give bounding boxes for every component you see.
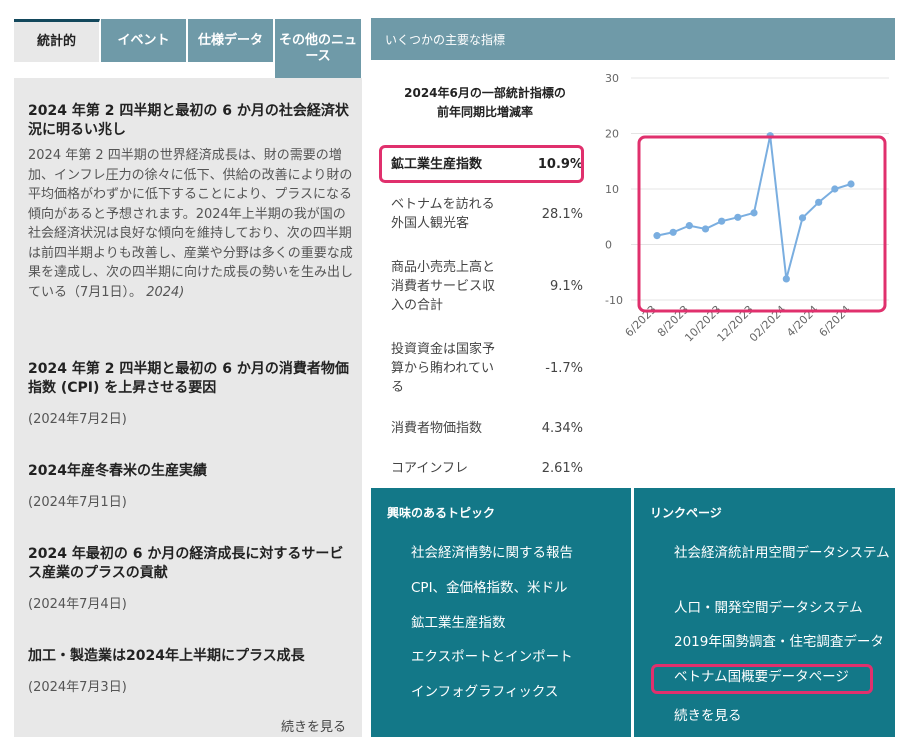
topics-header: 興味のあるトピック bbox=[387, 506, 496, 520]
series-line bbox=[656, 135, 852, 280]
indicator-caption-line1: 2024年6月の一部統計指標の bbox=[404, 86, 566, 100]
data-point bbox=[750, 209, 758, 217]
indicator-name: 消費者物価指数 bbox=[391, 420, 483, 436]
line-chart-svg: -1001020306/20238/202310/202312/202302/2… bbox=[605, 72, 889, 345]
indicator-caption: 2024年6月の一部統計指標の 前年同期比増減率 bbox=[385, 84, 585, 122]
data-point bbox=[653, 232, 661, 240]
tab-events[interactable]: イベント bbox=[101, 19, 187, 62]
topic-link[interactable]: 鉱工業生産指数 bbox=[411, 614, 506, 633]
news-summary-text: 2024 年第 2 四半期の世界経済成長は、財の需要の増加、インフレ圧力の徐々に… bbox=[28, 148, 354, 300]
indicator-name: 商品小売売上高と消費者サービス収入の合計 bbox=[391, 259, 496, 313]
x-tick-label: 6/2024 bbox=[817, 303, 854, 340]
link-item[interactable]: 2019年国勢調査・住宅調査データ bbox=[674, 633, 894, 652]
link-item[interactable]: 社会経済統計用空間データシステム bbox=[674, 544, 894, 563]
indicator-name: 鉱工業生産指数 bbox=[391, 156, 483, 172]
indicator-name: ベトナムを訪れる外国人観光客 bbox=[391, 197, 495, 231]
news-item: 2024年産冬春米の生産実績 (2024年7月1日) bbox=[28, 462, 353, 510]
indicator-value: 9.1% bbox=[549, 278, 583, 294]
news-date: (2024年7月3日) bbox=[28, 680, 127, 695]
news-title[interactable]: 2024年産冬春米の生産実績 bbox=[28, 462, 353, 481]
indicator-chart: -10 0 10 20 30 6/2023 8/2023 10/2023 12/2023 02/2… bbox=[601, 64, 895, 364]
links-panel: リンクページ 社会経済統計用空間データシステム 人口・開発空間データシステム 2… bbox=[634, 488, 895, 737]
indicator-row: 消費者物価指数 4.34% bbox=[391, 418, 583, 438]
x-tick-label: 02/2024 bbox=[747, 303, 789, 345]
topic-link[interactable]: インフォグラフィックス bbox=[411, 683, 558, 702]
data-point bbox=[798, 214, 807, 222]
news-panel: 統計的 イベント 仕様データ その他のニュース 2024 年第 2 四半期と最初… bbox=[14, 18, 362, 737]
news-title[interactable]: 2024 年最初の 6 か月の経済成長に対するサービス産業のプラスの貢献 bbox=[28, 545, 353, 583]
tab-spec-data[interactable]: 仕様データ bbox=[188, 19, 274, 62]
y-tick-label: 30 bbox=[605, 72, 619, 85]
news-date: (2024年7月4日) bbox=[28, 597, 127, 612]
indicator-name: コアインフレ bbox=[391, 460, 468, 476]
indicator-row: ベトナムを訪れる外国人観光客 28.1% bbox=[391, 194, 583, 234]
indicator-header: いくつかの主要な指標 bbox=[371, 18, 895, 60]
link-item[interactable]: 続きを見る bbox=[674, 707, 894, 726]
news-tabs: 統計的 イベント 仕様データ その他のニュース bbox=[14, 18, 362, 78]
news-summary-tail: 2024) bbox=[146, 284, 185, 300]
news-title[interactable]: 加工・製造業は2024年上半期にプラス成長 bbox=[28, 647, 353, 666]
more-news-link[interactable]: 続きを見る bbox=[281, 716, 346, 735]
news-date: (2024年7月2日) bbox=[28, 412, 127, 427]
data-point bbox=[831, 185, 839, 193]
link-item[interactable]: 人口・開発空間データシステム bbox=[674, 599, 894, 618]
links-header: リンクページ bbox=[650, 506, 722, 520]
news-item: 2024 年第 2 四半期と最初の 6 か月の消費者物価指数 (CPI) を上昇… bbox=[28, 360, 353, 427]
topic-link[interactable]: 社会経済情勢に関する報告 bbox=[411, 544, 573, 563]
y-tick-label: -10 bbox=[605, 294, 623, 307]
indicator-value: 2.61% bbox=[541, 460, 583, 476]
tab-statistics[interactable]: 統計的 bbox=[14, 19, 100, 62]
indicator-row: コアインフレ 2.61% bbox=[391, 458, 583, 478]
link-item[interactable]: ベトナム国概要データページ bbox=[674, 668, 894, 687]
data-point bbox=[782, 275, 790, 283]
y-tick-label: 20 bbox=[605, 128, 619, 141]
indicator-caption-line2: 前年同期比増減率 bbox=[436, 105, 533, 119]
indicator-row: 投資資金は国家予算から賄われている -1.7% bbox=[391, 338, 583, 398]
indicator-row: 商品小売売上高と消費者サービス収入の合計 9.1% bbox=[391, 256, 583, 316]
data-point bbox=[718, 217, 726, 225]
news-item: 加工・製造業は2024年上半期にプラス成長 (2024年7月3日) bbox=[28, 647, 353, 695]
y-tick-label: 0 bbox=[605, 239, 612, 252]
news-date: (2024年7月1日) bbox=[28, 495, 127, 510]
data-point bbox=[685, 222, 693, 230]
news-item: 2024 年最初の 6 か月の経済成長に対するサービス産業のプラスの貢献 (20… bbox=[28, 545, 353, 612]
tab-other-news[interactable]: その他のニュース bbox=[275, 19, 362, 78]
y-tick-label: 10 bbox=[605, 183, 619, 196]
data-point bbox=[669, 228, 677, 236]
indicator-value: 28.1% bbox=[541, 206, 583, 222]
news-title[interactable]: 2024 年第 2 四半期と最初の 6 か月の消費者物価指数 (CPI) を上昇… bbox=[28, 360, 353, 398]
indicator-value: -1.7% bbox=[545, 360, 583, 376]
indicator-value: 4.34% bbox=[541, 420, 583, 436]
indicator-panel: いくつかの主要な指標 2024年6月の一部統計指標の 前年同期比増減率 鉱工業生… bbox=[371, 18, 895, 488]
data-point bbox=[734, 213, 742, 221]
data-point bbox=[815, 198, 823, 206]
news-item: 2024 年第 2 四半期と最初の 6 か月の社会経済状況に明るい兆し 2024… bbox=[28, 102, 353, 302]
indicator-value: 10.9% bbox=[537, 156, 583, 172]
topics-panel: 興味のあるトピック 社会経済情勢に関する報告 CPI、金価格指数、米ドル 鉱工業… bbox=[371, 488, 631, 737]
data-point bbox=[701, 225, 710, 233]
indicator-name: 投資資金は国家予算から賄われている bbox=[391, 341, 496, 395]
topic-link[interactable]: エクスポートとインポート bbox=[411, 648, 573, 667]
indicator-row: 鉱工業生産指数 10.9% bbox=[391, 154, 583, 174]
chart-highlight-box bbox=[637, 135, 887, 313]
x-tick-label: 4/2024 bbox=[784, 303, 821, 340]
topic-link[interactable]: CPI、金価格指数、米ドル bbox=[411, 579, 568, 598]
news-summary: 2024 年第 2 四半期の世界経済成長は、財の需要の増加、インフレ圧力の徐々に… bbox=[28, 146, 353, 302]
data-point bbox=[847, 180, 855, 188]
news-title[interactable]: 2024 年第 2 四半期と最初の 6 か月の社会経済状況に明るい兆し bbox=[28, 102, 353, 140]
